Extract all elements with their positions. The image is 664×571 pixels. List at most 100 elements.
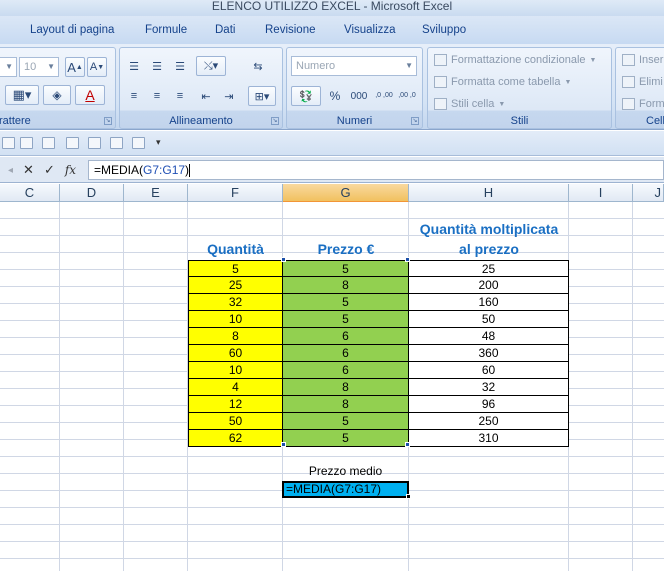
currency-button[interactable]: 💱	[291, 86, 321, 106]
cell-totale[interactable]: 32	[409, 379, 569, 396]
grow-font-button[interactable]: A ▲	[65, 57, 85, 77]
cell-quantita[interactable]: 12	[188, 396, 283, 413]
cell-prezzo[interactable]: 5	[283, 430, 409, 447]
cell-prezzo[interactable]: 8	[283, 396, 409, 413]
chevron-down-icon: ▼	[5, 62, 13, 71]
filter-icon[interactable]	[132, 137, 145, 149]
cell-quantita[interactable]: 25	[188, 277, 283, 294]
customize-toolbar-icon[interactable]: ▾	[156, 137, 161, 148]
alignment-launcher-icon[interactable]: ↘	[271, 117, 279, 125]
align-left-icon[interactable]: ≡	[124, 86, 144, 106]
selection-handle[interactable]	[405, 442, 410, 447]
insert-cells-button[interactable]: Inser	[622, 54, 663, 66]
percent-button[interactable]: %	[325, 86, 345, 106]
increase-decimal-button[interactable]: ,0 ,00	[373, 86, 395, 106]
font-size-combo[interactable]: 10 ▼	[19, 57, 59, 77]
cell-quantita[interactable]: 10	[188, 362, 283, 379]
column-header-c[interactable]: C	[0, 184, 60, 202]
cell-totale[interactable]: 200	[409, 277, 569, 294]
selection-handle[interactable]	[281, 442, 286, 447]
cancel-icon[interactable]: ✕	[23, 162, 34, 178]
decrease-decimal-button[interactable]: ,00 ,0	[396, 86, 418, 106]
cell-totale[interactable]: 160	[409, 294, 569, 311]
font-color-button[interactable]: A	[75, 85, 105, 105]
enter-icon[interactable]: ✓	[44, 162, 55, 178]
column-header-g[interactable]: G	[283, 184, 409, 202]
cell-quantita[interactable]: 62	[188, 430, 283, 447]
column-header-e[interactable]: E	[124, 184, 188, 202]
cell-totale[interactable]: 50	[409, 311, 569, 328]
cell-prezzo[interactable]: 8	[283, 277, 409, 294]
cell-quantita[interactable]: 4	[188, 379, 283, 396]
cell-quantita[interactable]: 60	[188, 345, 283, 362]
numbers-launcher-icon[interactable]: ↘	[411, 117, 419, 125]
font-launcher-icon[interactable]: ↘	[104, 117, 112, 125]
conditional-formatting-button[interactable]: Formattazione condizionale ▼	[434, 54, 596, 66]
shrink-font-button[interactable]: A ▼	[87, 57, 107, 77]
cell-quantita[interactable]: 5	[188, 260, 283, 277]
delete-cells-button[interactable]: Elimi	[622, 76, 663, 88]
thousands-button[interactable]: 000	[347, 86, 371, 106]
fill-handle[interactable]	[406, 494, 411, 499]
merge-center-button[interactable]: ⊞▾	[248, 86, 276, 106]
cell-prezzo[interactable]: 6	[283, 345, 409, 362]
cell-prezzo[interactable]: 5	[283, 311, 409, 328]
tab-visualizza[interactable]: Visualizza	[344, 24, 396, 36]
column-header-i[interactable]: I	[569, 184, 633, 202]
borders-button[interactable]: ▦▾	[5, 85, 39, 105]
cell-prezzo[interactable]: 6	[283, 328, 409, 345]
tab-dati[interactable]: Dati	[215, 24, 235, 36]
font-name-combo[interactable]: ▼	[0, 57, 17, 77]
cell-totale[interactable]: 96	[409, 396, 569, 413]
active-cell-editor[interactable]: =MEDIA(G7:G17)	[282, 481, 409, 498]
selection-handle[interactable]	[405, 257, 410, 262]
tab-formule[interactable]: Formule	[145, 24, 187, 36]
align-bottom-icon[interactable]: ☰	[170, 56, 190, 76]
cell-quantita[interactable]: 8	[188, 328, 283, 345]
new-document-icon[interactable]	[88, 137, 101, 149]
number-format-combo[interactable]: Numero ▼	[291, 56, 417, 76]
column-header-d[interactable]: D	[60, 184, 124, 202]
tab-sviluppo[interactable]: Sviluppo	[422, 24, 466, 36]
increase-indent-icon[interactable]: ⇥	[219, 86, 239, 106]
align-right-icon[interactable]: ≡	[170, 86, 190, 106]
print-preview-icon[interactable]	[66, 137, 79, 149]
align-middle-icon[interactable]: ☰	[147, 56, 167, 76]
formula-input[interactable]: =MEDIA(G7:G17)	[88, 160, 664, 180]
cell-totale[interactable]: 60	[409, 362, 569, 379]
cell-prezzo[interactable]: 6	[283, 362, 409, 379]
align-center-icon[interactable]: ≡	[147, 86, 167, 106]
insert-row-icon[interactable]	[2, 137, 15, 149]
cell-prezzo[interactable]: 5	[283, 260, 409, 277]
column-header-h[interactable]: H	[409, 184, 569, 202]
cell-totale[interactable]: 250	[409, 413, 569, 430]
decrease-indent-icon[interactable]: ⇤	[196, 86, 216, 106]
cell-quantita[interactable]: 50	[188, 413, 283, 430]
cell-styles-button[interactable]: Stili cella ▼	[434, 98, 505, 110]
delete-column-icon[interactable]	[42, 137, 55, 149]
fill-color-button[interactable]: ◈	[43, 85, 71, 105]
align-top-icon[interactable]: ☰	[124, 56, 144, 76]
cell-prezzo[interactable]: 5	[283, 294, 409, 311]
orientation-button[interactable]: ⤯▾	[196, 56, 226, 76]
cell-totale[interactable]: 360	[409, 345, 569, 362]
column-header-j[interactable]: J	[633, 184, 664, 202]
cell-totale[interactable]: 25	[409, 260, 569, 277]
cell-totale[interactable]: 48	[409, 328, 569, 345]
tab-revisione[interactable]: Revisione	[265, 24, 316, 36]
cell-quantita[interactable]: 32	[188, 294, 283, 311]
cell-prezzo[interactable]: 8	[283, 379, 409, 396]
cell-prezzo[interactable]: 5	[283, 413, 409, 430]
cell-quantita[interactable]: 10	[188, 311, 283, 328]
name-box-arrow-icon[interactable]: ◂	[8, 165, 13, 176]
preview-icon[interactable]	[110, 137, 123, 149]
wrap-text-icon[interactable]: ⇆	[248, 56, 268, 76]
format-as-table-button[interactable]: Formatta come tabella ▼	[434, 76, 571, 88]
insert-column-icon[interactable]	[20, 137, 33, 149]
tab-layout[interactable]: Layout di pagina	[30, 24, 114, 36]
column-header-f[interactable]: F	[188, 184, 283, 202]
selection-handle[interactable]	[281, 257, 286, 262]
cell-totale[interactable]: 310	[409, 430, 569, 447]
insert-function-icon[interactable]: fx	[65, 163, 76, 177]
format-cells-button[interactable]: Form	[622, 98, 664, 110]
